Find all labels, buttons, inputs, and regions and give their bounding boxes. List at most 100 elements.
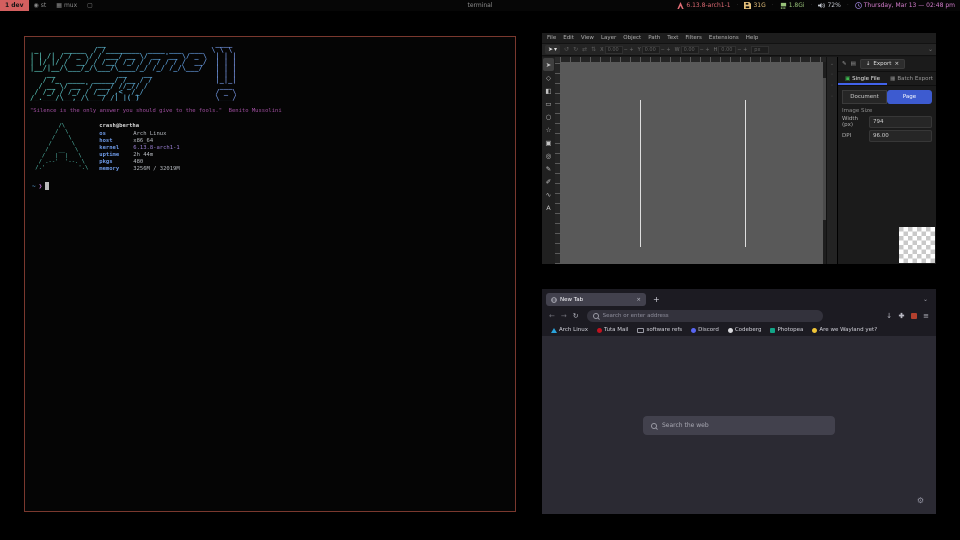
field-value[interactable]: 0.00: [642, 46, 660, 54]
workspace-tag-st[interactable]: ◉ st: [29, 0, 52, 11]
fetch-label: memory: [99, 166, 133, 173]
workspace-tag-dev[interactable]: 1 dev: [0, 0, 29, 11]
snap-toggle-icon[interactable]: ⌄: [830, 61, 834, 67]
menu-view[interactable]: View: [581, 35, 594, 41]
tab-batch-export[interactable]: ▦ Batch Export: [887, 72, 936, 85]
dialog-dock-tabs: ✎ ▤ ↓ Export ×: [838, 57, 936, 72]
menu-file[interactable]: File: [547, 35, 556, 41]
flip-horizontal-icon[interactable]: ⇄: [582, 46, 587, 53]
bookmark-folder-software-refs[interactable]: software refs: [637, 327, 682, 333]
menu-edit[interactable]: Edit: [563, 35, 574, 41]
bookmark-photopea[interactable]: Photopea: [770, 327, 803, 333]
dpi-row: DPI 96.00: [842, 130, 932, 142]
rectangle-tool[interactable]: ▭: [543, 97, 554, 110]
node-editor-tool[interactable]: ◇: [543, 71, 554, 84]
stepper[interactable]: − +: [624, 47, 634, 53]
terminal-window[interactable]: __ ____ _ _____ / /________ ____ ___ ___…: [24, 36, 516, 512]
page-button[interactable]: Page: [887, 90, 932, 104]
menu-icon[interactable]: ≡: [923, 312, 929, 320]
box-3d-icon: ▣: [545, 139, 551, 147]
canvas-scrollbar[interactable]: [823, 62, 826, 264]
x-field[interactable]: X 0.00 − +: [600, 46, 633, 54]
toolbar-collapse-icon[interactable]: ⌄: [928, 46, 933, 53]
list-tabs-icon[interactable]: ⌄: [923, 296, 932, 303]
extensions-icon[interactable]: [898, 312, 905, 319]
rotate-ccw-icon[interactable]: ↺: [564, 46, 569, 53]
bookmark-are-we-wayland-yet[interactable]: Are we Wayland yet?: [812, 327, 877, 333]
ellipse-tool[interactable]: ○: [543, 110, 554, 123]
web-search-input[interactable]: Search the web: [643, 416, 835, 435]
bookmark-codeberg[interactable]: Codeberg: [728, 327, 762, 333]
pen-tool[interactable]: ✐: [543, 175, 554, 188]
bookmark-tuta-mail[interactable]: Tuta Mail: [597, 327, 628, 333]
bookmark-arch-linux[interactable]: Arch Linux: [551, 327, 588, 333]
prompt-chevron: ❯: [39, 183, 43, 190]
active-tab[interactable]: New Tab ×: [546, 293, 646, 306]
width-label: Width (px): [842, 116, 866, 128]
forward-button[interactable]: →: [561, 312, 567, 320]
snap-option-icon[interactable]: ◦: [831, 94, 834, 100]
fetch-value: 6.13.8-arch1-1: [133, 145, 179, 152]
height-field[interactable]: H 0.00 − +: [714, 46, 748, 54]
canvas-area[interactable]: [555, 57, 826, 264]
fetch-block: /\ / \ / \ / \ / __ \ / | | \ / .--' '--…: [32, 123, 515, 173]
new-tab-button[interactable]: +: [653, 296, 660, 304]
star-tool[interactable]: ☆: [543, 123, 554, 136]
units-dropdown[interactable]: px: [751, 46, 769, 54]
rectangle-icon: ▭: [545, 100, 551, 108]
dpi-input[interactable]: 96.00: [869, 130, 932, 142]
snap-option-icon[interactable]: ◦: [831, 83, 834, 89]
page-settings-gear-icon[interactable]: ⚙: [917, 496, 924, 505]
reload-button[interactable]: ↻: [573, 312, 579, 320]
menu-text[interactable]: Text: [667, 35, 678, 41]
separator: ·: [847, 2, 849, 9]
downloads-icon[interactable]: ↓: [886, 312, 892, 320]
fill-stroke-dialog-icon[interactable]: ✎: [842, 61, 847, 67]
document-properties-dialog-icon[interactable]: ▤: [851, 61, 856, 67]
adblock-extension-icon[interactable]: [911, 313, 917, 319]
width-field[interactable]: W 0.00 − +: [675, 46, 710, 54]
canvas[interactable]: [560, 62, 823, 264]
stepper[interactable]: − +: [661, 47, 671, 53]
y-field[interactable]: Y 0.00 − +: [638, 46, 671, 54]
pencil-tool[interactable]: ✎: [543, 162, 554, 175]
selector-mode-dropdown[interactable]: ➤▾: [545, 45, 560, 54]
back-button[interactable]: ←: [549, 312, 555, 320]
stepper[interactable]: − +: [700, 47, 710, 53]
export-dialog-tab[interactable]: ↓ Export ×: [860, 59, 905, 69]
workspace-tag-mux[interactable]: ▦ mux: [51, 0, 82, 11]
stepper[interactable]: − +: [737, 47, 747, 53]
menu-object[interactable]: Object: [623, 35, 641, 41]
menu-filters[interactable]: Filters: [685, 35, 702, 41]
globe-icon: [551, 297, 557, 303]
menu-layer[interactable]: Layer: [601, 35, 616, 41]
snap-option-icon[interactable]: ◦: [831, 72, 834, 78]
fortune-quote: "Silence is the only answer you should g…: [30, 108, 515, 114]
square-icon: ▢: [87, 2, 93, 9]
workspace-tag-empty[interactable]: ▢: [82, 0, 98, 11]
field-value[interactable]: 0.00: [718, 46, 736, 54]
bookmark-discord[interactable]: Discord: [691, 327, 719, 333]
menu-help[interactable]: Help: [746, 35, 759, 41]
calligraphy-tool[interactable]: ∿: [543, 188, 554, 201]
menu-extensions[interactable]: Extensions: [709, 35, 739, 41]
ram-icon: [780, 2, 787, 9]
tab-close-icon[interactable]: ×: [636, 297, 641, 303]
flip-vertical-icon[interactable]: ⇅: [591, 46, 596, 53]
spiral-tool[interactable]: ◎: [543, 149, 554, 162]
width-input[interactable]: 794: [869, 116, 932, 128]
rotate-cw-icon[interactable]: ↻: [573, 46, 578, 53]
url-bar[interactable]: Search or enter address: [587, 310, 823, 322]
shell-prompt[interactable]: ~ ❯: [32, 182, 515, 190]
box-3d-tool[interactable]: ▣: [543, 136, 554, 149]
close-icon[interactable]: ×: [894, 61, 899, 67]
menu-path[interactable]: Path: [648, 35, 660, 41]
tab-single-file[interactable]: ▣ Single File: [838, 72, 887, 85]
selector-tool[interactable]: ➤: [543, 58, 554, 71]
document-button[interactable]: Document: [842, 90, 887, 104]
text-tool[interactable]: A: [543, 201, 554, 214]
field-value[interactable]: 0.00: [681, 46, 699, 54]
field-value[interactable]: 0.00: [605, 46, 623, 54]
fetch-info: crash@bertha os Arch Linux host x86_64 k…: [99, 123, 179, 173]
shape-builder-tool[interactable]: ◧: [543, 84, 554, 97]
